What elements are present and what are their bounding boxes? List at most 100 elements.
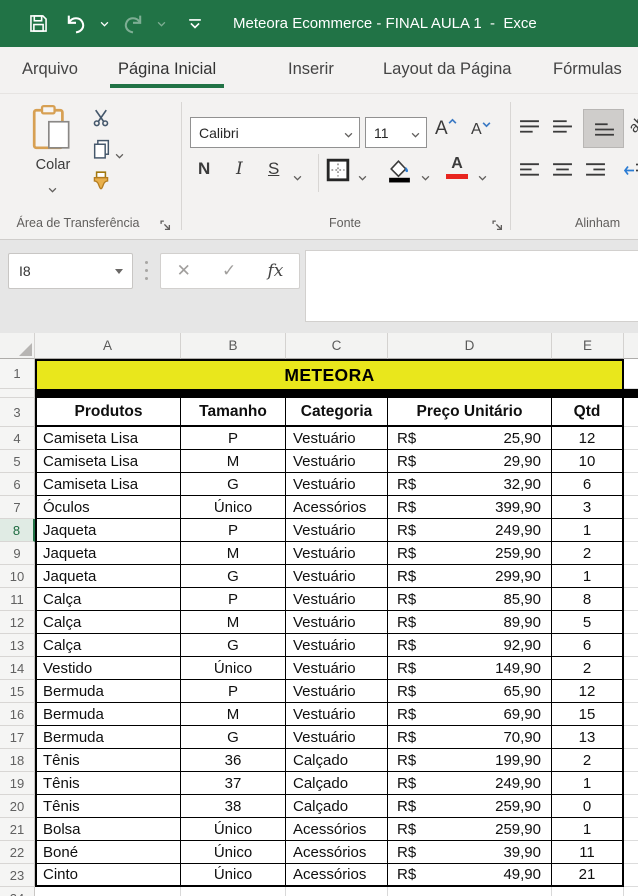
- column-header-c[interactable]: C: [286, 333, 388, 359]
- cell-tamanho[interactable]: G: [181, 565, 286, 588]
- name-box-dropdown-icon[interactable]: [115, 268, 123, 274]
- cell-preco[interactable]: R$ 29,90: [388, 450, 552, 473]
- cell-qtd[interactable]: 11: [552, 841, 624, 864]
- cell-preco[interactable]: R$ 249,90: [388, 772, 552, 795]
- cell-categoria[interactable]: Vestuário: [286, 588, 388, 611]
- font-color-dropdown-icon[interactable]: [478, 168, 487, 186]
- column-header-a[interactable]: A: [35, 333, 181, 359]
- cell-produto[interactable]: Jaqueta: [35, 542, 181, 565]
- cell-empty-f[interactable]: [624, 359, 638, 389]
- cell-qtd[interactable]: 1: [552, 818, 624, 841]
- row-header[interactable]: 15: [0, 680, 35, 703]
- cell-categoria[interactable]: Vestuário: [286, 519, 388, 542]
- cell-empty[interactable]: [552, 887, 624, 896]
- underline-dropdown-icon[interactable]: [293, 168, 302, 186]
- cell-categoria[interactable]: Acessórios: [286, 818, 388, 841]
- borders-dropdown-icon[interactable]: [358, 168, 367, 186]
- paste-icon[interactable]: [30, 104, 76, 157]
- row-header[interactable]: 21: [0, 818, 35, 841]
- column-header-f-partial[interactable]: [624, 333, 638, 359]
- cell-categoria[interactable]: Vestuário: [286, 726, 388, 749]
- cell-tamanho[interactable]: 36: [181, 749, 286, 772]
- name-box[interactable]: I8: [8, 253, 133, 289]
- cell-empty-f[interactable]: [624, 634, 638, 657]
- formula-bar-resize-handle[interactable]: [145, 269, 148, 272]
- underline-button[interactable]: S: [268, 159, 279, 179]
- row-header[interactable]: 23: [0, 864, 35, 887]
- fill-color-dropdown-icon[interactable]: [421, 168, 430, 186]
- row-header[interactable]: 10: [0, 565, 35, 588]
- cell-qtd[interactable]: 1: [552, 519, 624, 542]
- cell-empty-f[interactable]: [624, 772, 638, 795]
- cell-tamanho[interactable]: G: [181, 473, 286, 496]
- cell-categoria[interactable]: Vestuário: [286, 565, 388, 588]
- cell-empty-f[interactable]: [624, 887, 638, 896]
- cell-qtd[interactable]: 0: [552, 795, 624, 818]
- cell-tamanho[interactable]: Único: [181, 496, 286, 519]
- cell-preco[interactable]: R$ 89,90: [388, 611, 552, 634]
- cell-empty-f[interactable]: [624, 427, 638, 450]
- align-middle-icon[interactable]: [552, 119, 573, 141]
- font-size-select[interactable]: 11: [365, 117, 427, 148]
- row-header[interactable]: 4: [0, 427, 35, 450]
- cell-produto[interactable]: Camiseta Lisa: [35, 450, 181, 473]
- row-header[interactable]: 18: [0, 749, 35, 772]
- row-header[interactable]: 1: [0, 359, 35, 389]
- cell-tamanho[interactable]: M: [181, 611, 286, 634]
- redo-icon[interactable]: [121, 0, 145, 47]
- cell-tamanho[interactable]: 38: [181, 795, 286, 818]
- cell-preco[interactable]: R$ 65,90: [388, 680, 552, 703]
- cell-tamanho[interactable]: P: [181, 519, 286, 542]
- cell-preco[interactable]: R$ 399,90: [388, 496, 552, 519]
- customize-quick-access-icon[interactable]: [188, 0, 202, 47]
- cell-categoria[interactable]: Acessórios: [286, 841, 388, 864]
- cell-empty-f[interactable]: [624, 841, 638, 864]
- cell-preco[interactable]: R$ 25,90: [388, 427, 552, 450]
- cell-qtd[interactable]: 2: [552, 749, 624, 772]
- cell-tamanho[interactable]: Único: [181, 864, 286, 887]
- cell-categoria[interactable]: Vestuário: [286, 611, 388, 634]
- row-header[interactable]: 13: [0, 634, 35, 657]
- row-header[interactable]: 3: [0, 398, 35, 427]
- cell-empty[interactable]: [181, 887, 286, 896]
- cell-tamanho[interactable]: G: [181, 634, 286, 657]
- cell-produto[interactable]: Jaqueta: [35, 519, 181, 542]
- cell-empty-f[interactable]: [624, 496, 638, 519]
- undo-icon[interactable]: [64, 0, 88, 47]
- paste-dropdown-icon[interactable]: [48, 180, 57, 198]
- cell-categoria[interactable]: Acessórios: [286, 864, 388, 887]
- cell-produto[interactable]: Óculos: [35, 496, 181, 519]
- cell-produto[interactable]: Bolsa: [35, 818, 181, 841]
- decrease-indent-icon[interactable]: [623, 162, 638, 184]
- cell-categoria[interactable]: Vestuário: [286, 703, 388, 726]
- copy-icon[interactable]: [92, 139, 111, 165]
- cell-categoria[interactable]: Vestuário: [286, 450, 388, 473]
- cell-preco[interactable]: R$ 39,90: [388, 841, 552, 864]
- cell-qtd[interactable]: 21: [552, 864, 624, 887]
- cell-preco[interactable]: R$ 49,90: [388, 864, 552, 887]
- enter-icon[interactable]: ✓: [222, 261, 236, 281]
- row-header[interactable]: 14: [0, 657, 35, 680]
- tab-arquivo[interactable]: Arquivo: [22, 60, 78, 79]
- cell-qtd[interactable]: 6: [552, 634, 624, 657]
- cell-produto[interactable]: Boné: [35, 841, 181, 864]
- cell-tamanho[interactable]: P: [181, 588, 286, 611]
- cell-preco[interactable]: R$ 199,90: [388, 749, 552, 772]
- align-bottom-button-selected[interactable]: [583, 109, 624, 148]
- copy-dropdown-icon[interactable]: [115, 146, 124, 164]
- cell-tamanho[interactable]: 37: [181, 772, 286, 795]
- cell-tamanho[interactable]: M: [181, 542, 286, 565]
- cancel-icon[interactable]: ✕: [177, 261, 191, 281]
- cell-categoria[interactable]: Acessórios: [286, 496, 388, 519]
- cell-empty-f[interactable]: [624, 818, 638, 841]
- cell-empty-f[interactable]: [624, 680, 638, 703]
- cell-qtd[interactable]: 15: [552, 703, 624, 726]
- cell-produto[interactable]: Calça: [35, 588, 181, 611]
- select-all-corner[interactable]: [0, 333, 35, 359]
- cell-tamanho[interactable]: Único: [181, 841, 286, 864]
- cell-preco[interactable]: R$ 299,90: [388, 565, 552, 588]
- cell-tamanho[interactable]: Único: [181, 657, 286, 680]
- cell-qtd[interactable]: 10: [552, 450, 624, 473]
- cell-produto[interactable]: Jaqueta: [35, 565, 181, 588]
- tab-formulas[interactable]: Fórmulas: [553, 60, 622, 79]
